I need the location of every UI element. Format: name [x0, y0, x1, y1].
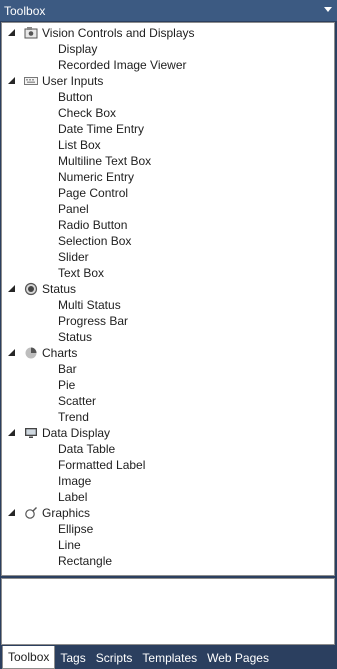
tree-item[interactable]: Pie [2, 377, 334, 393]
tree-category-row[interactable]: Vision Controls and Displays [2, 25, 334, 41]
tree-category-label: User Inputs [42, 74, 104, 88]
tree-item-label: Status [58, 330, 93, 344]
tree-item-label: Image [58, 474, 92, 488]
tree-item-label: Scatter [58, 394, 97, 408]
tab-toolbox[interactable]: Toolbox [2, 646, 56, 669]
tree-category-label: Status [42, 282, 77, 296]
tree-item-label: Numeric Entry [58, 170, 135, 184]
tree-item-label: Trend [58, 410, 89, 424]
tree-item[interactable]: Date Time Entry [2, 121, 334, 137]
chevron-down-icon[interactable] [324, 7, 332, 12]
tree-item-label: Label [58, 490, 88, 504]
tree-item-label: Selection Box [58, 234, 132, 248]
bottom-tab-bar: Toolbox Tags Scripts Templates Web Pages [0, 646, 337, 669]
graphics-icon [24, 506, 38, 520]
tree-item[interactable]: Text Box [2, 265, 334, 281]
tree-item-label: Date Time Entry [58, 122, 145, 136]
status-icon [24, 282, 38, 296]
tree-item-label: Pie [58, 378, 76, 392]
tree-item[interactable]: Button [2, 89, 334, 105]
tree-item[interactable]: Formatted Label [2, 457, 334, 473]
expand-triangle-icon[interactable] [8, 429, 15, 436]
tab-scripts[interactable]: Scripts [91, 646, 138, 669]
tab-templates[interactable]: Templates [137, 646, 202, 669]
tree-item[interactable]: Data Table [2, 441, 334, 457]
tree-item[interactable]: Scatter [2, 393, 334, 409]
vision-icon [24, 26, 38, 40]
description-panel [1, 578, 335, 645]
tree-item[interactable]: Trend [2, 409, 334, 425]
tree-item[interactable]: Line [2, 537, 334, 553]
tree-category-row[interactable]: Graphics [2, 505, 334, 521]
tree-item[interactable]: Panel [2, 201, 334, 217]
expand-triangle-icon[interactable] [8, 509, 15, 516]
monitor-icon [24, 426, 38, 440]
tree-item-label: Ellipse [58, 522, 94, 536]
tree-item[interactable]: Selection Box [2, 233, 334, 249]
toolbox-tree: Vision Controls and Displays Display Recor… [1, 22, 335, 576]
tree-category-label: Graphics [42, 506, 91, 520]
tree-item-label: Radio Button [58, 218, 128, 232]
tree-item-label: Rectangle [58, 554, 113, 568]
tree-item[interactable]: Multi Status [2, 297, 334, 313]
window-title: Toolbox [4, 3, 46, 18]
tree-item-label: Multiline Text Box [58, 154, 152, 168]
tree-item-label: Progress Bar [58, 314, 129, 328]
tree-item[interactable]: List Box [2, 137, 334, 153]
expand-triangle-icon[interactable] [8, 349, 15, 356]
tab-tags[interactable]: Tags [55, 646, 90, 669]
tree-item[interactable]: Progress Bar [2, 313, 334, 329]
tree-item-label: Data Table [58, 442, 116, 456]
tree-item[interactable]: Bar [2, 361, 334, 377]
tree-item-label: Panel [58, 202, 89, 216]
tree-item[interactable]: Image [2, 473, 334, 489]
tree-item-label: Page Control [58, 186, 129, 200]
tree-item[interactable]: Slider [2, 249, 334, 265]
tree-item[interactable]: Rectangle [2, 553, 334, 569]
expand-triangle-icon[interactable] [8, 29, 15, 36]
expand-triangle-icon[interactable] [8, 77, 15, 84]
tree-item[interactable]: Recorded Image Viewer [2, 57, 334, 73]
tree-category-row[interactable]: Charts [2, 345, 334, 361]
tree-item-label: Formatted Label [58, 458, 146, 472]
tree-category-row[interactable]: Status [2, 281, 334, 297]
tree-item-label: Line [58, 538, 81, 552]
tree-category-label: Charts [42, 346, 78, 360]
tree-item-label: Check Box [58, 106, 117, 120]
expand-triangle-icon[interactable] [8, 285, 15, 292]
tree-item[interactable]: Display [2, 41, 334, 57]
tree-item[interactable]: Multiline Text Box [2, 153, 334, 169]
toolbox-titlebar: Toolbox [0, 0, 337, 21]
tree-category-row[interactable]: User Inputs [2, 73, 334, 89]
tree-category-label: Data Display [42, 426, 111, 440]
pie-chart-icon [24, 346, 38, 360]
tree-item-label: List Box [58, 138, 101, 152]
tab-web-pages[interactable]: Web Pages [202, 646, 274, 669]
tree-item-label: Display [58, 42, 98, 56]
tree-item-label: Button [58, 90, 93, 104]
tree-category-label: Vision Controls and Displays [42, 26, 195, 40]
tree-item-label: Bar [58, 362, 77, 376]
tree-item[interactable]: Label [2, 489, 334, 505]
tree-item[interactable]: Page Control [2, 185, 334, 201]
tree-item[interactable]: Numeric Entry [2, 169, 334, 185]
tree-item[interactable]: Check Box [2, 105, 334, 121]
tree-category-row[interactable]: Data Display [2, 425, 334, 441]
tree-item[interactable]: Status [2, 329, 334, 345]
tree-item-label: Text Box [58, 266, 105, 280]
tree-item[interactable]: Radio Button [2, 217, 334, 233]
keyboard-icon [24, 74, 38, 88]
tree-item-label: Recorded Image Viewer [58, 58, 187, 72]
tree-item-label: Slider [58, 250, 89, 264]
tree-item-label: Multi Status [58, 298, 121, 312]
tree-item[interactable]: Ellipse [2, 521, 334, 537]
